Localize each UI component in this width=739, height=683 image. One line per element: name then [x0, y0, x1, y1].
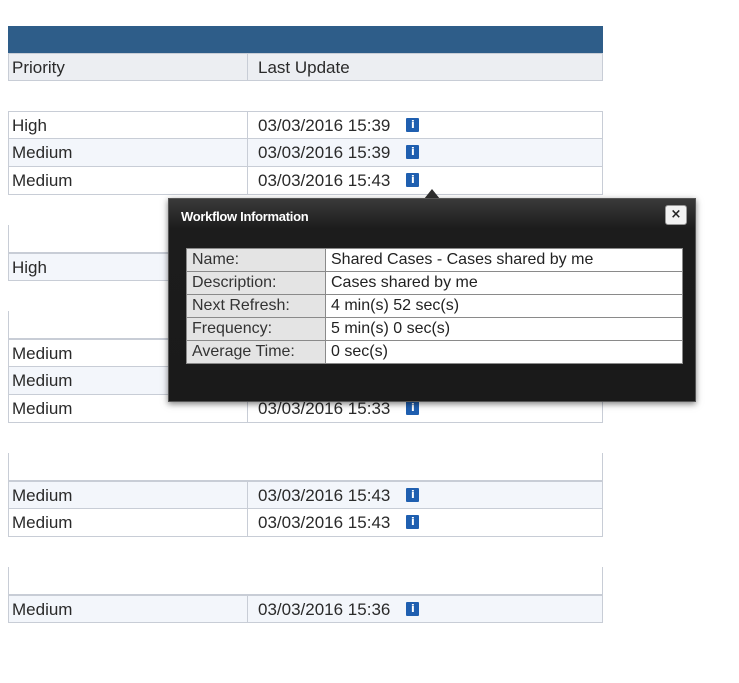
info-value: 0 sec(s): [325, 340, 683, 364]
last-update-cell: 03/03/2016 15:43 i: [247, 482, 602, 508]
info-label: Name:: [186, 248, 326, 272]
popup-title: Workflow Information: [181, 209, 309, 224]
info-value: 4 min(s) 52 sec(s): [325, 294, 683, 318]
last-update-text: 03/03/2016 15:39: [258, 116, 391, 135]
table-row[interactable]: Medium 03/03/2016 15:43 i: [8, 481, 603, 509]
info-row: Average Time: 0 sec(s): [186, 340, 683, 364]
info-icon[interactable]: i: [406, 117, 420, 132]
table-row-empty: [8, 567, 603, 595]
priority-cell: Medium: [12, 600, 73, 619]
info-icon[interactable]: i: [406, 172, 420, 187]
last-update-text: 03/03/2016 15:43: [258, 171, 391, 190]
info-row: Name: Shared Cases - Cases shared by me: [186, 248, 683, 272]
column-header-priority[interactable]: Priority: [12, 54, 244, 81]
column-header-row: Priority Last Update: [8, 53, 603, 81]
table-row[interactable]: Medium 03/03/2016 15:43 i: [8, 509, 603, 537]
info-icon[interactable]: i: [406, 144, 420, 159]
priority-cell: Medium: [12, 486, 73, 505]
info-icon[interactable]: i: [406, 601, 420, 616]
last-update-cell: 03/03/2016 15:39 i: [247, 112, 602, 138]
priority-cell: Medium: [12, 513, 73, 532]
info-value: Shared Cases - Cases shared by me: [325, 248, 683, 272]
workflow-info-popup: Workflow Information × Name: Shared Cases…: [168, 198, 696, 402]
column-header-last-update[interactable]: Last Update: [247, 54, 602, 80]
priority-cell: Medium: [12, 143, 73, 162]
close-icon[interactable]: ×: [665, 205, 687, 225]
last-update-text: 03/03/2016 15:43: [258, 513, 391, 532]
info-row: Description: Cases shared by me: [186, 271, 683, 295]
table-row-empty: [8, 81, 603, 111]
table-row[interactable]: High 03/03/2016 15:39 i: [8, 111, 603, 139]
info-label: Next Refresh:: [186, 294, 326, 318]
last-update-cell: 03/03/2016 15:36 i: [247, 596, 602, 622]
last-update-cell: 03/03/2016 15:39 i: [247, 139, 602, 166]
info-label: Average Time:: [186, 340, 326, 364]
table-row-empty: [8, 537, 603, 567]
info-value: 5 min(s) 0 sec(s): [325, 317, 683, 341]
info-label: Description:: [186, 271, 326, 295]
info-icon[interactable]: i: [406, 487, 420, 502]
last-update-text: 03/03/2016 15:39: [258, 143, 391, 162]
info-row: Next Refresh: 4 min(s) 52 sec(s): [186, 294, 683, 318]
info-icon[interactable]: i: [406, 400, 420, 415]
info-value: Cases shared by me: [325, 271, 683, 295]
last-update-cell: 03/03/2016 15:43 i: [247, 509, 602, 536]
last-update-text: 03/03/2016 15:43: [258, 486, 391, 505]
last-update-text: 03/03/2016 15:36: [258, 600, 391, 619]
table-header-bar: [8, 26, 603, 53]
info-label: Frequency:: [186, 317, 326, 341]
table-row[interactable]: Medium 03/03/2016 15:36 i: [8, 595, 603, 623]
table-row[interactable]: Medium 03/03/2016 15:43 i: [8, 167, 603, 195]
info-icon[interactable]: i: [406, 514, 420, 529]
table-row-empty: [8, 423, 603, 453]
workflow-info-table: Name: Shared Cases - Cases shared by me De…: [186, 248, 683, 364]
table-row-empty: [8, 453, 603, 481]
info-row: Frequency: 5 min(s) 0 sec(s): [186, 317, 683, 341]
table-row[interactable]: Medium 03/03/2016 15:39 i: [8, 139, 603, 167]
priority-cell: Medium: [12, 171, 73, 190]
priority-cell: High: [12, 116, 47, 135]
